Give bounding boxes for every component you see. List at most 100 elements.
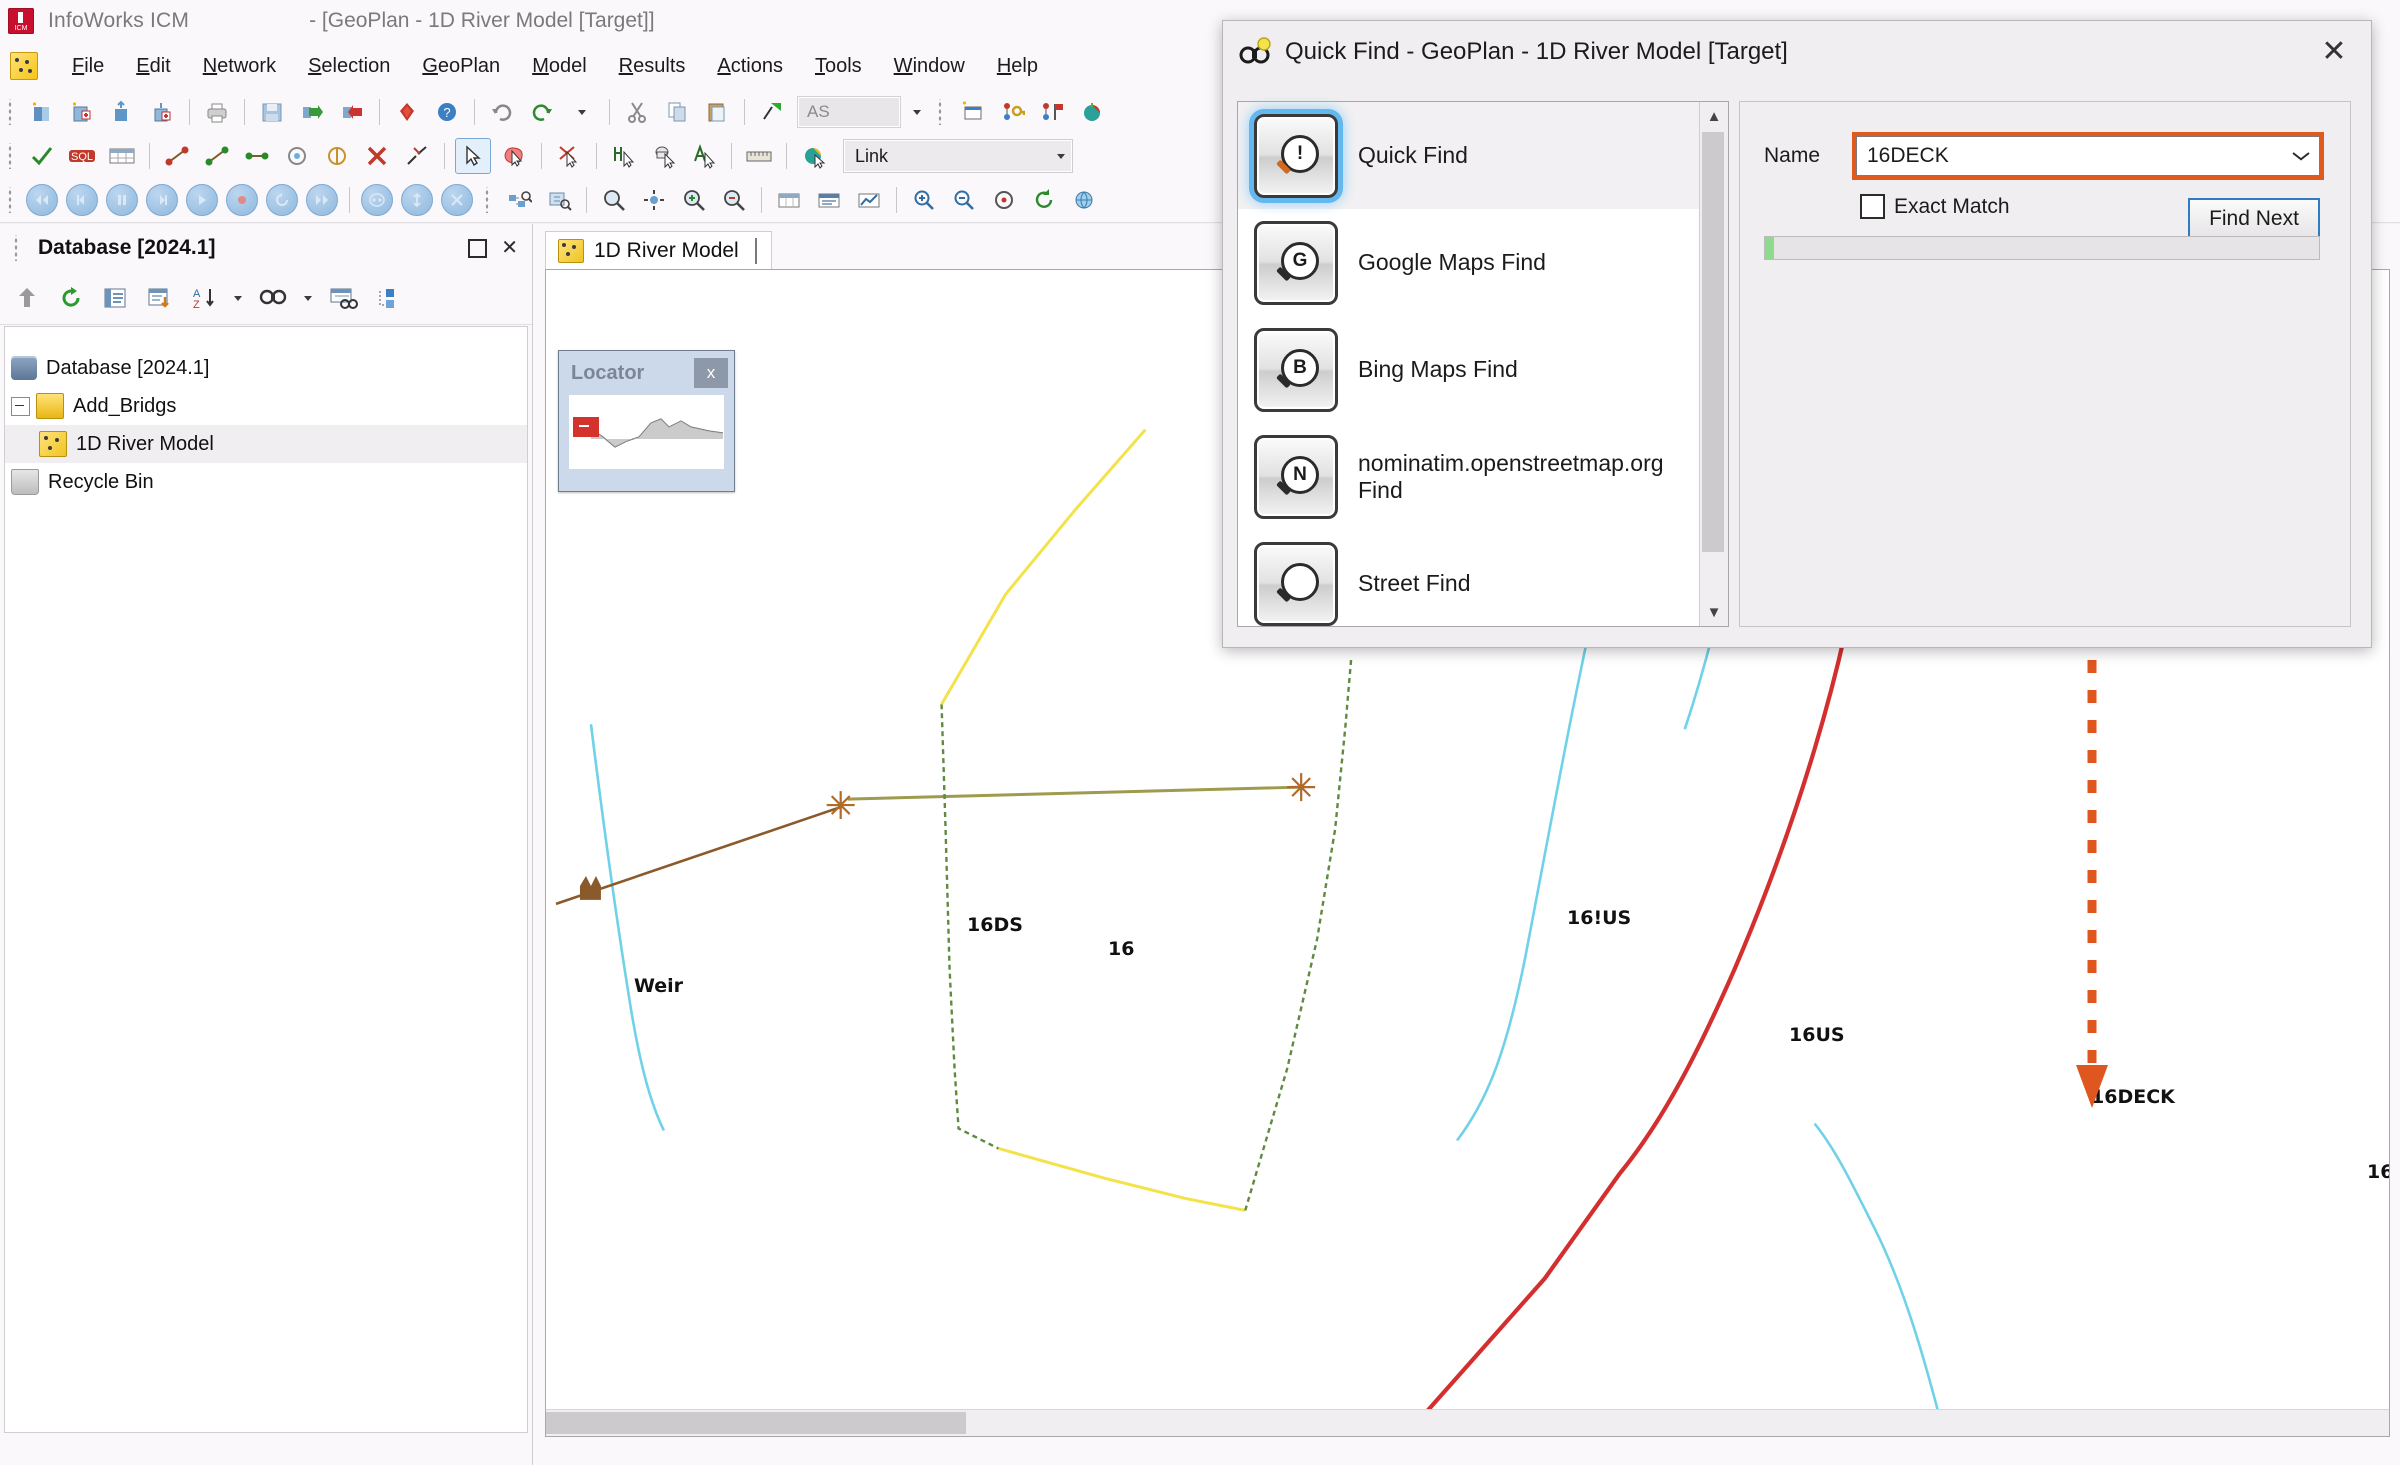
menu-item-help[interactable]: Help: [981, 53, 1054, 80]
tree-item-add-bridgs[interactable]: Add_Bridgs: [5, 387, 527, 425]
open-item-icon[interactable]: [145, 95, 179, 129]
toolbar-grip[interactable]: [483, 187, 493, 213]
copy-icon[interactable]: [660, 95, 694, 129]
step-back-icon[interactable]: [65, 183, 99, 217]
menu-item-edit[interactable]: Edit: [120, 53, 186, 80]
tree-item-1d-river-model[interactable]: 1D River Model: [5, 425, 527, 463]
report-view-icon[interactable]: [812, 183, 846, 217]
menu-item-selection[interactable]: Selection: [292, 53, 406, 80]
close-icon[interactable]: ✕: [501, 238, 518, 258]
close-icon[interactable]: x: [694, 358, 728, 388]
fast-forward-icon[interactable]: [305, 183, 339, 217]
find-provider-quick-find[interactable]: ! Quick Find: [1238, 102, 1699, 209]
menu-item-actions[interactable]: Actions: [701, 53, 799, 80]
deselect-icon[interactable]: [552, 139, 586, 173]
measure-icon[interactable]: [742, 139, 776, 173]
scenario-flag-icon[interactable]: [1035, 95, 1069, 129]
menu-item-model[interactable]: Model: [516, 53, 602, 80]
select-link-icon[interactable]: [607, 139, 641, 173]
pane-grip[interactable]: [12, 235, 22, 261]
record-icon[interactable]: [225, 183, 259, 217]
graph-view-icon[interactable]: [852, 183, 886, 217]
scroll-down-icon[interactable]: ▼: [1700, 598, 1728, 626]
zoom-out-icon[interactable]: [947, 183, 981, 217]
snap-icon[interactable]: [320, 139, 354, 173]
scrollbar-thumb[interactable]: [1702, 132, 1724, 552]
node-connect-icon[interactable]: [160, 139, 194, 173]
find-provider-google-maps[interactable]: G Google Maps Find: [1238, 209, 1699, 316]
select-polygon-icon[interactable]: [497, 139, 531, 173]
chevron-down-icon[interactable]: [2293, 152, 2309, 161]
theme-select-icon[interactable]: [797, 139, 831, 173]
delete-icon[interactable]: [360, 139, 394, 173]
revert-changes-icon[interactable]: [390, 95, 424, 129]
sql-icon[interactable]: SQL: [65, 139, 99, 173]
close-icon[interactable]: ✕: [2297, 26, 2371, 78]
paste-icon[interactable]: [700, 95, 734, 129]
select-pointer-icon[interactable]: [455, 138, 491, 174]
validate-check-icon[interactable]: [25, 139, 59, 173]
toolbar-grip[interactable]: [6, 99, 16, 125]
map-horizontal-scrollbar[interactable]: [546, 1409, 2389, 1436]
name-input[interactable]: 16DECK: [1852, 132, 2324, 180]
undo-icon[interactable]: [485, 95, 519, 129]
toolbar-grip[interactable]: [6, 187, 16, 213]
scroll-up-icon[interactable]: ▲: [1700, 102, 1728, 130]
zoom-extents-icon[interactable]: [597, 183, 631, 217]
scrollbar-thumb[interactable]: [546, 1412, 966, 1434]
scenario-key-icon[interactable]: [995, 95, 1029, 129]
tree-item-database[interactable]: Database [2024.1]: [5, 349, 527, 387]
commit-changes-icon[interactable]: [295, 95, 329, 129]
grid-view-icon[interactable]: [717, 183, 751, 217]
zoom-in-icon[interactable]: [907, 183, 941, 217]
menu-item-window[interactable]: Window: [878, 53, 981, 80]
zoom-selection-icon[interactable]: [637, 183, 671, 217]
new-master-database-icon[interactable]: [25, 95, 59, 129]
tree-view-icon[interactable]: [368, 279, 406, 317]
update-from-server-icon[interactable]: [335, 95, 369, 129]
up-level-icon[interactable]: [8, 279, 46, 317]
stop-animation-icon[interactable]: [440, 183, 474, 217]
find-provider-nominatim[interactable]: N nominatim.openstreetmap.org Find: [1238, 423, 1699, 530]
redo-dropdown-icon[interactable]: [565, 95, 599, 129]
find-provider-bing-maps[interactable]: B Bing Maps Find: [1238, 316, 1699, 423]
split-link-icon[interactable]: [200, 139, 234, 173]
break-link-icon[interactable]: [400, 139, 434, 173]
zoom-previous-icon[interactable]: [502, 183, 536, 217]
pause-icon[interactable]: [105, 183, 139, 217]
find-icon[interactable]: [254, 279, 292, 317]
menu-item-geoplan[interactable]: GeoPlan: [406, 53, 516, 80]
theme-icon[interactable]: [1075, 95, 1109, 129]
import-icon[interactable]: [140, 279, 178, 317]
menu-item-network[interactable]: Network: [187, 53, 292, 80]
database-tree[interactable]: Database [2024.1] Add_Bridgs 1D River Mo…: [4, 326, 528, 1433]
menu-item-results[interactable]: Results: [603, 53, 702, 80]
scenario-combo[interactable]: AS: [798, 97, 900, 127]
zoom-pan-icon[interactable]: [542, 183, 576, 217]
find-provider-street-find[interactable]: Street Find: [1238, 530, 1699, 637]
sort-dropdown-icon[interactable]: [228, 279, 248, 317]
play-icon[interactable]: [185, 183, 219, 217]
find-list-scrollbar[interactable]: ▲ ▼: [1699, 102, 1728, 626]
new-database-icon[interactable]: [65, 95, 99, 129]
locator-viewport-rect[interactable]: [573, 417, 599, 437]
locator-overview-map[interactable]: [569, 395, 724, 469]
menu-item-file[interactable]: File: [56, 53, 120, 80]
refresh-icon[interactable]: [52, 279, 90, 317]
toolbar-grip[interactable]: [936, 99, 946, 125]
step-forward-icon[interactable]: [145, 183, 179, 217]
properties-icon[interactable]: [96, 279, 134, 317]
layers-icon[interactable]: [677, 183, 711, 217]
tree-item-recycle-bin[interactable]: Recycle Bin: [5, 463, 527, 501]
center-icon[interactable]: [987, 183, 1021, 217]
new-scenario-icon[interactable]: [955, 95, 989, 129]
find-in-table-icon[interactable]: [324, 279, 362, 317]
toolbar-grip[interactable]: [6, 143, 16, 169]
expander-icon[interactable]: [11, 396, 30, 416]
open-database-icon[interactable]: [105, 95, 139, 129]
polygon-icon[interactable]: [280, 139, 314, 173]
exact-match-checkbox[interactable]: [1860, 194, 1885, 219]
locator-window[interactable]: Locator x: [558, 350, 735, 492]
grid-icon[interactable]: [105, 139, 139, 173]
scenario-combo-arrow[interactable]: [904, 98, 930, 126]
